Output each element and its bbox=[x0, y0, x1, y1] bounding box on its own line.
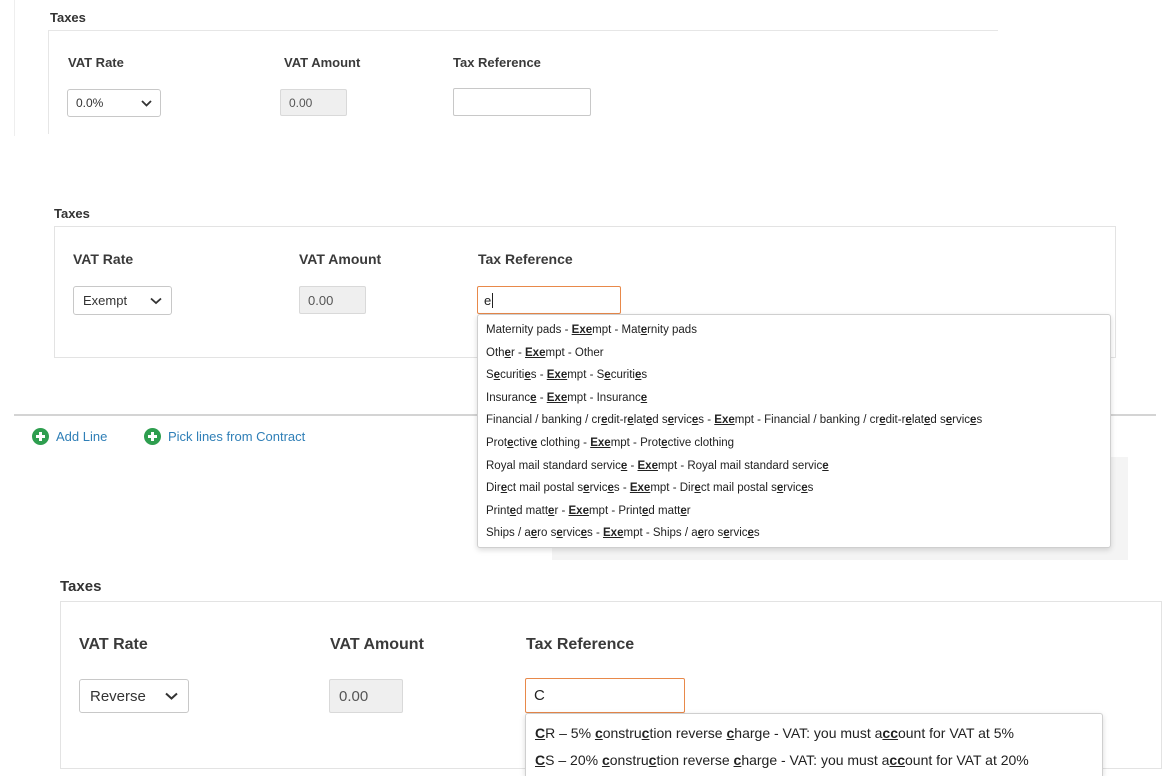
vat-amount-label: VAT Amount bbox=[330, 636, 424, 653]
tax-reference-suggestions: Maternity pads - Exempt - Maternity pads… bbox=[477, 314, 1111, 548]
suggestion-item[interactable]: Maternity pads - Exempt - Maternity pads bbox=[486, 319, 1110, 342]
suggestion-item[interactable]: Printed matter - Exempt - Printed matter bbox=[486, 500, 1110, 523]
tax-reference-value: C bbox=[534, 687, 545, 704]
add-icon bbox=[32, 428, 49, 445]
tax-reference-label: Tax Reference bbox=[478, 251, 573, 267]
vat-amount-field: 0.00 bbox=[280, 89, 347, 116]
add-icon bbox=[144, 428, 161, 445]
divider bbox=[48, 30, 49, 134]
vat-rate-label: VAT Rate bbox=[79, 636, 148, 653]
suggestion-item[interactable]: Securities - Exempt - Securities bbox=[486, 364, 1110, 387]
suggestion-item[interactable]: Financial / banking / credit-related ser… bbox=[486, 409, 1110, 432]
suggestion-item[interactable]: Royal mail standard service - Exempt - R… bbox=[486, 455, 1110, 478]
tax-reference-label: Tax Reference bbox=[526, 636, 635, 653]
tax-reference-label: Tax Reference bbox=[453, 55, 541, 70]
suggestion-item[interactable]: Insurance - Exempt - Insurance bbox=[486, 387, 1110, 410]
vat-rate-value: Reverse bbox=[90, 687, 146, 705]
vat-rate-label: VAT Rate bbox=[68, 55, 124, 70]
vat-rate-select[interactable]: Exempt bbox=[73, 286, 172, 315]
vat-rate-select[interactable]: 0.0% bbox=[67, 89, 161, 117]
vat-amount-label: VAT Amount bbox=[299, 251, 382, 267]
vat-amount-label: VAT Amount bbox=[284, 55, 361, 70]
divider bbox=[14, 0, 15, 136]
pick-lines-label: Pick lines from Contract bbox=[168, 429, 306, 444]
add-line-label: Add Line bbox=[56, 429, 108, 444]
tax-reference-input[interactable]: C bbox=[525, 678, 685, 713]
vat-rate-select[interactable]: Reverse bbox=[79, 679, 189, 713]
tax-reference-input[interactable] bbox=[453, 88, 591, 116]
suggestion-item[interactable]: CS – 20% construction reverse charge - V… bbox=[535, 747, 1102, 774]
tax-reference-value: e bbox=[484, 292, 492, 308]
section-title: Taxes bbox=[50, 10, 86, 25]
suggestion-item[interactable]: Ships / aero services - Exempt - Ships /… bbox=[486, 522, 1110, 545]
vat-amount-field: 0.00 bbox=[299, 286, 366, 314]
text-caret bbox=[492, 292, 494, 308]
chevron-down-icon bbox=[150, 297, 162, 305]
suggestion-item[interactable]: CR – 5% construction reverse charge - VA… bbox=[535, 720, 1102, 747]
chevron-down-icon bbox=[165, 692, 178, 700]
section-title: Taxes bbox=[54, 206, 90, 221]
vat-rate-value: Exempt bbox=[83, 293, 128, 308]
suggestion-item[interactable]: Protective clothing - Exempt - Protectiv… bbox=[486, 432, 1110, 455]
add-line-link[interactable]: Add Line bbox=[32, 428, 107, 445]
tax-reference-suggestions: CR – 5% construction reverse charge - VA… bbox=[525, 713, 1103, 776]
suggestion-item[interactable]: Direct mail postal services - Exempt - D… bbox=[486, 477, 1110, 500]
vat-rate-label: VAT Rate bbox=[73, 251, 134, 267]
tax-reference-input[interactable]: e bbox=[477, 286, 621, 314]
divider bbox=[48, 30, 998, 31]
section-title: Taxes bbox=[60, 578, 102, 595]
chevron-down-icon bbox=[141, 99, 152, 107]
suggestion-item[interactable]: Other - Exempt - Other bbox=[486, 342, 1110, 365]
vat-rate-value: 0.0% bbox=[76, 96, 104, 110]
vat-amount-field: 0.00 bbox=[329, 679, 403, 713]
pick-lines-link[interactable]: Pick lines from Contract bbox=[144, 428, 305, 445]
